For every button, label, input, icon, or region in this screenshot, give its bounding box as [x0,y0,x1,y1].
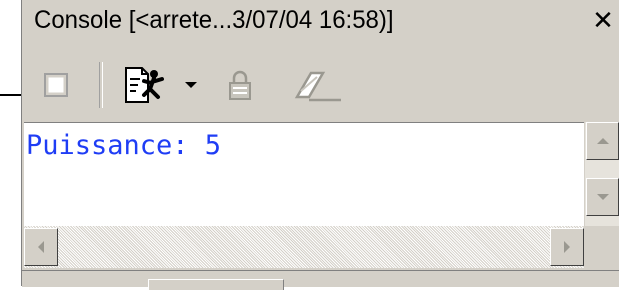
clear-console-button[interactable] [278,52,350,118]
arrow-right-icon [564,241,570,253]
toolbar-separator [99,62,103,108]
console-output-line: Puissance: 5 [26,130,222,161]
close-icon[interactable]: ✕ [592,6,614,36]
bottom-tab-strip [22,270,619,290]
console-toolbar [22,52,619,118]
terminate-icon [44,73,68,97]
display-selected-console-icon [125,67,164,103]
console-dropdown-button[interactable] [180,52,202,118]
arrow-down-icon [596,194,609,200]
arrow-up-icon [596,138,609,144]
scroll-left-button[interactable] [24,228,58,266]
scrollbar-corner [585,226,619,268]
console-tab-header[interactable]: Console [<arrete...3/07/04 16:58)] ✕ [22,0,619,46]
scroll-right-button[interactable] [550,228,584,266]
console-panel: Console [<arrete...3/07/04 16:58)] ✕ Pui… [21,0,619,290]
scroll-lock-icon [229,70,251,100]
display-selected-console-button[interactable] [118,52,176,118]
bottom-view-tab[interactable] [148,279,284,290]
clear-console-icon [294,71,341,102]
close-button[interactable]: ✕ [588,6,618,36]
scroll-down-button[interactable] [586,178,619,216]
console-title: Console [<arrete...3/07/04 16:58)] [34,6,394,34]
scroll-lock-button[interactable] [220,52,260,118]
dropdown-arrow-icon [185,82,197,88]
horizontal-scrollbar[interactable] [24,226,584,268]
terminate-button[interactable] [36,52,76,118]
arrow-left-icon [38,241,44,253]
editor-divider [0,94,22,96]
vertical-scrollbar[interactable] [585,122,619,226]
scroll-up-button[interactable] [586,122,619,160]
console-output-area[interactable]: Puissance: 5 [24,122,584,226]
